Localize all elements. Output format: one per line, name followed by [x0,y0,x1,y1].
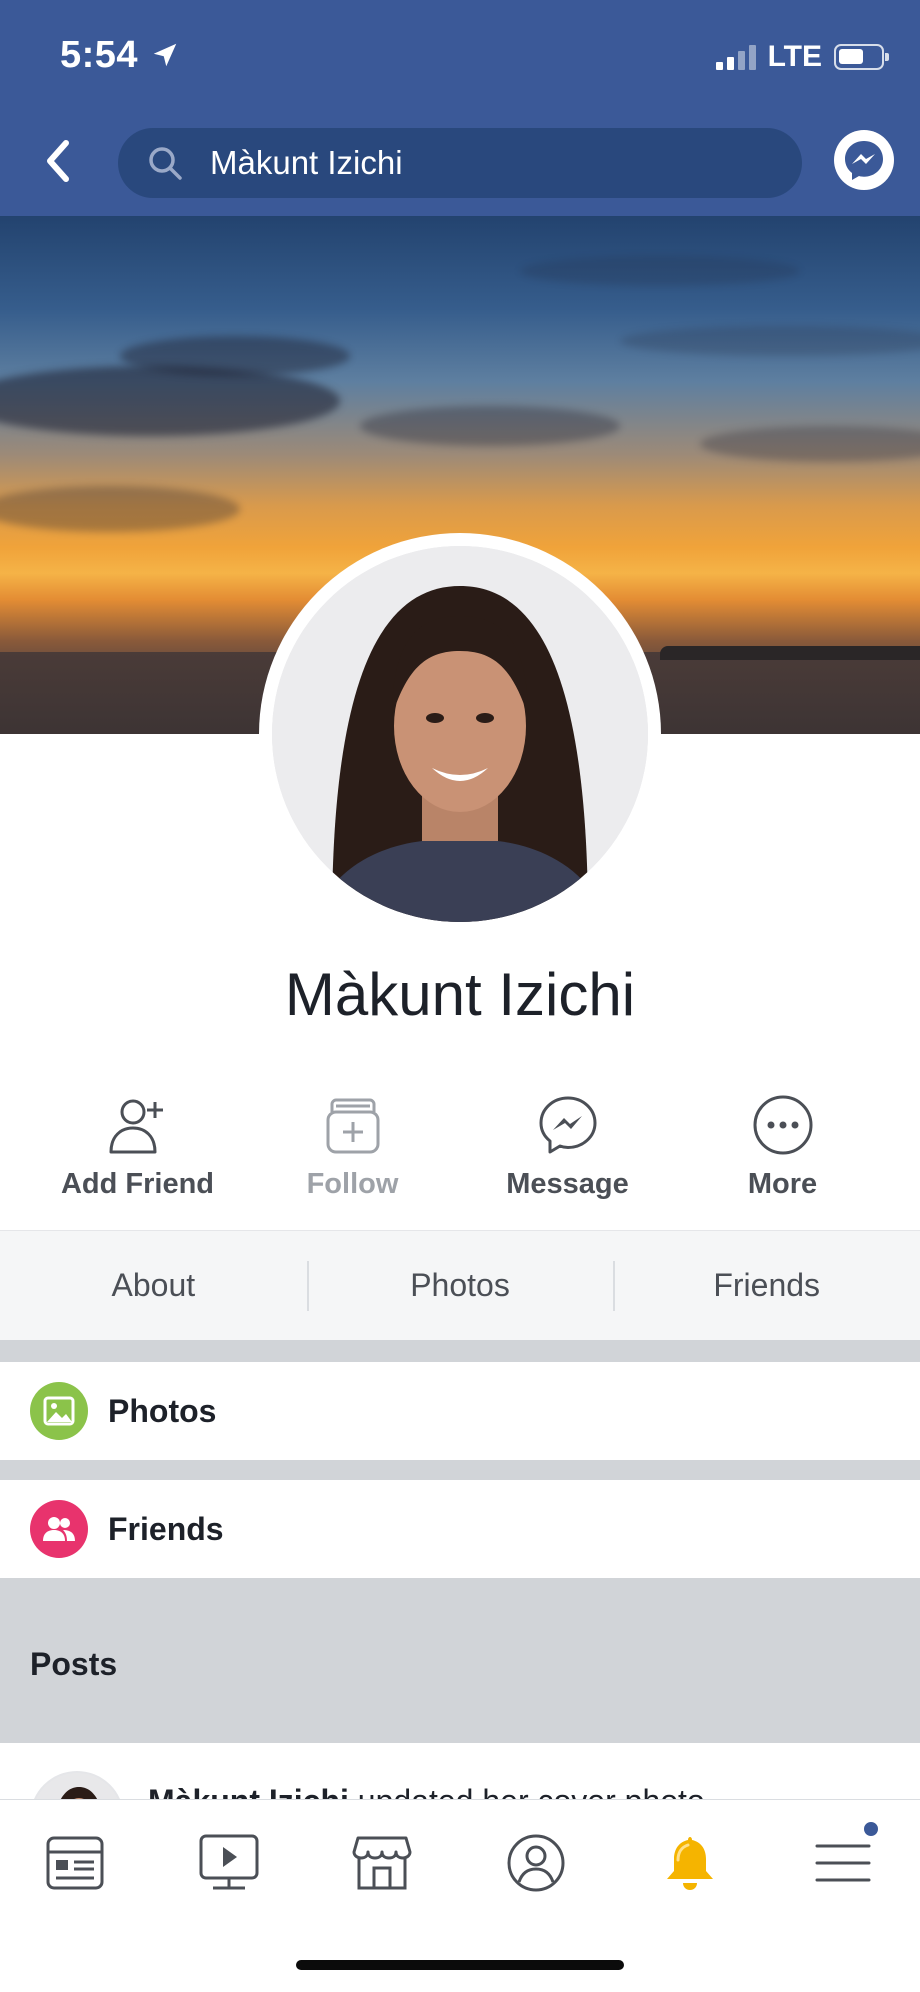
battery-icon [834,44,889,70]
more-label: More [747,1168,818,1200]
nav-marketplace[interactable] [347,1828,417,1898]
photos-section-label: Photos [108,1392,217,1429]
messenger-button[interactable] [834,130,894,190]
person-plus-icon [109,1099,163,1154]
profile-icon [507,1834,565,1892]
chevron-left-icon [47,140,69,182]
tab-friends[interactable]: Friends [613,1231,920,1340]
messenger-icon [845,141,883,180]
menu-notification-dot [862,1820,880,1838]
profile-tabs: About Photos Friends [0,1230,920,1340]
posts-header: Posts [0,1578,920,1743]
more-dots-icon [753,1095,812,1155]
profile-photo [272,546,648,922]
tab-photos[interactable]: Photos [306,1231,614,1340]
post-headline: Màkunt Izichi updated her cover photo. [148,1783,714,1799]
back-button[interactable] [36,136,80,186]
message-label: Message [506,1168,629,1200]
posts-title: Posts [30,1646,118,1682]
profile-actions: Add Friend Follow Message More [0,1090,920,1230]
follow-label: Follow [306,1168,399,1200]
nav-menu[interactable] [808,1820,880,1898]
follow-box-icon [326,1098,379,1154]
top-bar: 5:54 LTE [0,0,920,216]
nav-news-feed[interactable] [40,1828,110,1898]
post-options-button[interactable]: ··· [850,1783,890,1799]
photos-section[interactable]: Photos [0,1362,920,1460]
add-friend-button[interactable]: Add Friend [30,1090,245,1230]
search-input[interactable] [210,144,770,182]
signal-icon [715,44,756,70]
message-button[interactable]: Message [460,1090,675,1230]
post-author-avatar[interactable] [30,1771,124,1799]
status-time: 5:54 [60,34,139,76]
home-indicator[interactable] [296,1960,624,1970]
search-icon [149,147,182,180]
nav-notifications[interactable] [655,1828,725,1898]
status-indicators: LTE [715,40,889,74]
section-divider [0,1340,920,1362]
friends-section-label: Friends [108,1510,224,1547]
search-bar[interactable] [118,128,802,198]
location-arrow-icon [153,43,177,67]
watch-icon [199,1834,259,1890]
nav-watch[interactable] [194,1828,264,1898]
news-feed-icon [46,1836,104,1890]
follow-button[interactable]: Follow [245,1090,460,1230]
tab-about[interactable]: About [0,1231,307,1340]
notifications-bell-icon [667,1837,713,1890]
post-action-text: updated her cover photo. [358,1783,714,1799]
marketplace-icon [352,1836,412,1890]
post-author[interactable]: Màkunt Izichi [148,1783,349,1799]
menu-icon [815,1844,871,1882]
add-friend-label: Add Friend [60,1168,215,1200]
section-divider [0,1460,920,1480]
profile-avatar[interactable] [272,546,648,922]
friends-section[interactable]: Friends [0,1480,920,1578]
photos-icon [30,1382,88,1440]
nav-profile[interactable] [501,1828,571,1898]
post-item[interactable]: Màkunt Izichi updated her cover photo. ·… [0,1743,920,1799]
more-button[interactable]: More [675,1090,890,1230]
messenger-bubble-icon [539,1096,596,1154]
profile-name: Màkunt Izichi [284,961,636,1028]
friends-icon [30,1500,88,1558]
network-label: LTE [767,40,822,73]
